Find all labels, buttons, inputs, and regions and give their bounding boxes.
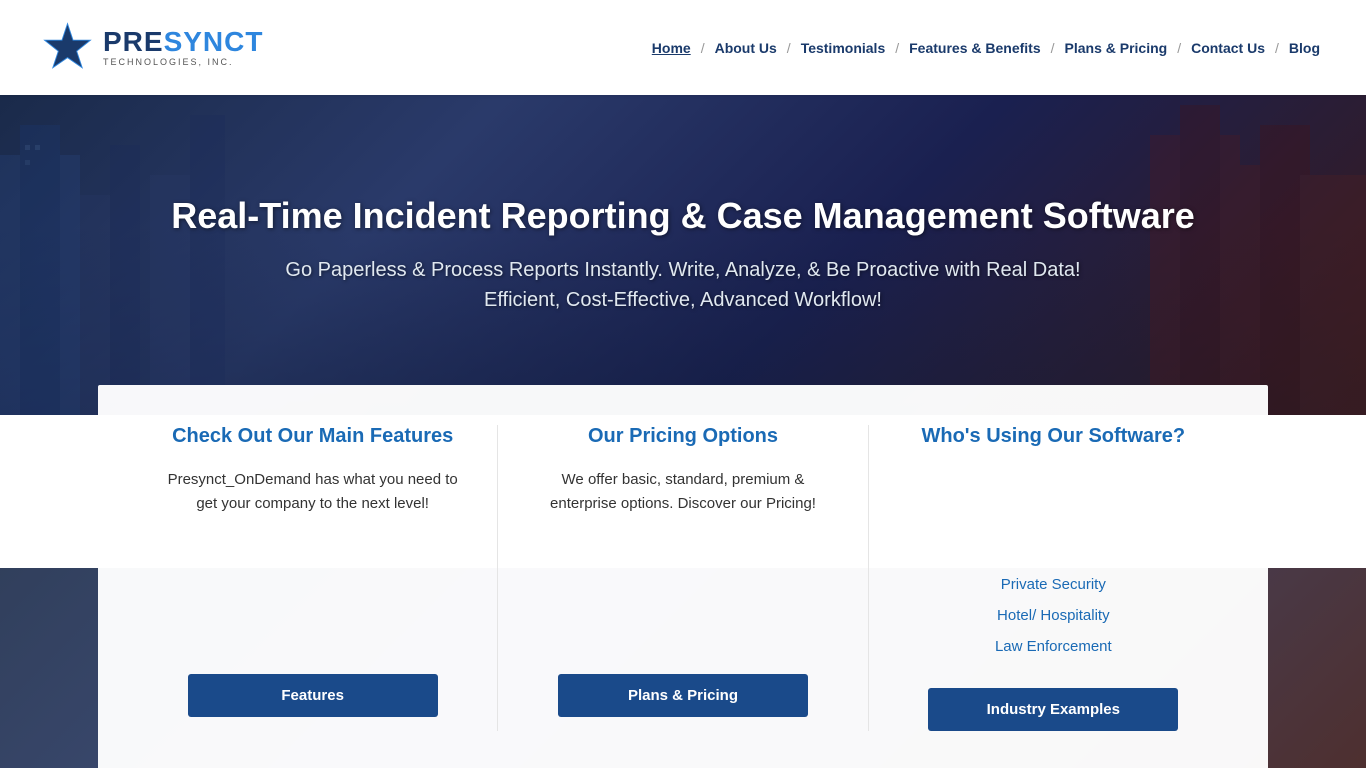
nav-testimonials[interactable]: Testimonials [795,36,892,60]
law-enforcement-link[interactable]: Law Enforcement [995,633,1112,660]
nav-sep-6: / [1275,40,1279,56]
industry-card-title: Who's Using Our Software? [899,425,1208,448]
cards-section: Check Out Our Main Features Presynct_OnD… [98,385,1268,768]
features-card-body: Presynct_OnDemand has what you need to g… [158,468,467,543]
nav-contact[interactable]: Contact Us [1185,36,1271,60]
nav-pricing[interactable]: Plans & Pricing [1059,36,1174,60]
hero-content: Real-Time Incident Reporting & Case Mana… [131,175,1235,335]
pricing-button[interactable]: Plans & Pricing [558,674,808,717]
logo-star-icon [40,20,95,75]
pricing-card-title: Our Pricing Options [528,425,837,448]
header: PRE SYNCT TECHNOLOGIES, INC. Home / Abou… [0,0,1366,95]
nav-features[interactable]: Features & Benefits [903,36,1046,60]
industry-card-links: Private Security Hotel/ Hospitality Law … [899,571,1208,660]
hero-section: Real-Time Incident Reporting & Case Mana… [0,95,1366,415]
features-card: Check Out Our Main Features Presynct_OnD… [128,425,498,731]
hero-subtitle: Go Paperless & Process Reports Instantly… [171,255,1195,315]
industry-card-body [899,468,1208,543]
pricing-card: Our Pricing Options We offer basic, stan… [498,425,868,731]
features-button[interactable]: Features [188,674,438,717]
hotel-hospitality-link[interactable]: Hotel/ Hospitality [997,602,1110,629]
logo-text: PRE SYNCT TECHNOLOGIES, INC. [103,28,263,67]
logo[interactable]: PRE SYNCT TECHNOLOGIES, INC. [40,20,263,75]
hero-subtitle-line1: Go Paperless & Process Reports Instantly… [285,259,1080,281]
nav-sep-3: / [895,40,899,56]
private-security-link[interactable]: Private Security [1001,571,1106,598]
main-nav: Home / About Us / Testimonials / Feature… [646,36,1326,60]
logo-subtitle: TECHNOLOGIES, INC. [103,58,263,67]
nav-sep-2: / [787,40,791,56]
nav-sep-1: / [701,40,705,56]
logo-pre: PRE [103,28,164,56]
nav-home[interactable]: Home [646,36,697,60]
pricing-card-links [528,571,837,646]
features-card-title: Check Out Our Main Features [158,425,467,448]
nav-blog[interactable]: Blog [1283,36,1326,60]
hero-subtitle-line2: Efficient, Cost-Effective, Advanced Work… [484,289,882,311]
nav-sep-5: / [1177,40,1181,56]
industry-card: Who's Using Our Software? Private Securi… [869,425,1238,731]
industry-examples-button[interactable]: Industry Examples [928,688,1178,731]
nav-about[interactable]: About Us [709,36,783,60]
nav-sep-4: / [1051,40,1055,56]
logo-synct: SYNCT [164,28,264,56]
pricing-card-body: We offer basic, standard, premium & ente… [528,468,837,543]
features-card-links [158,571,467,646]
hero-title: Real-Time Incident Reporting & Case Mana… [171,195,1195,237]
